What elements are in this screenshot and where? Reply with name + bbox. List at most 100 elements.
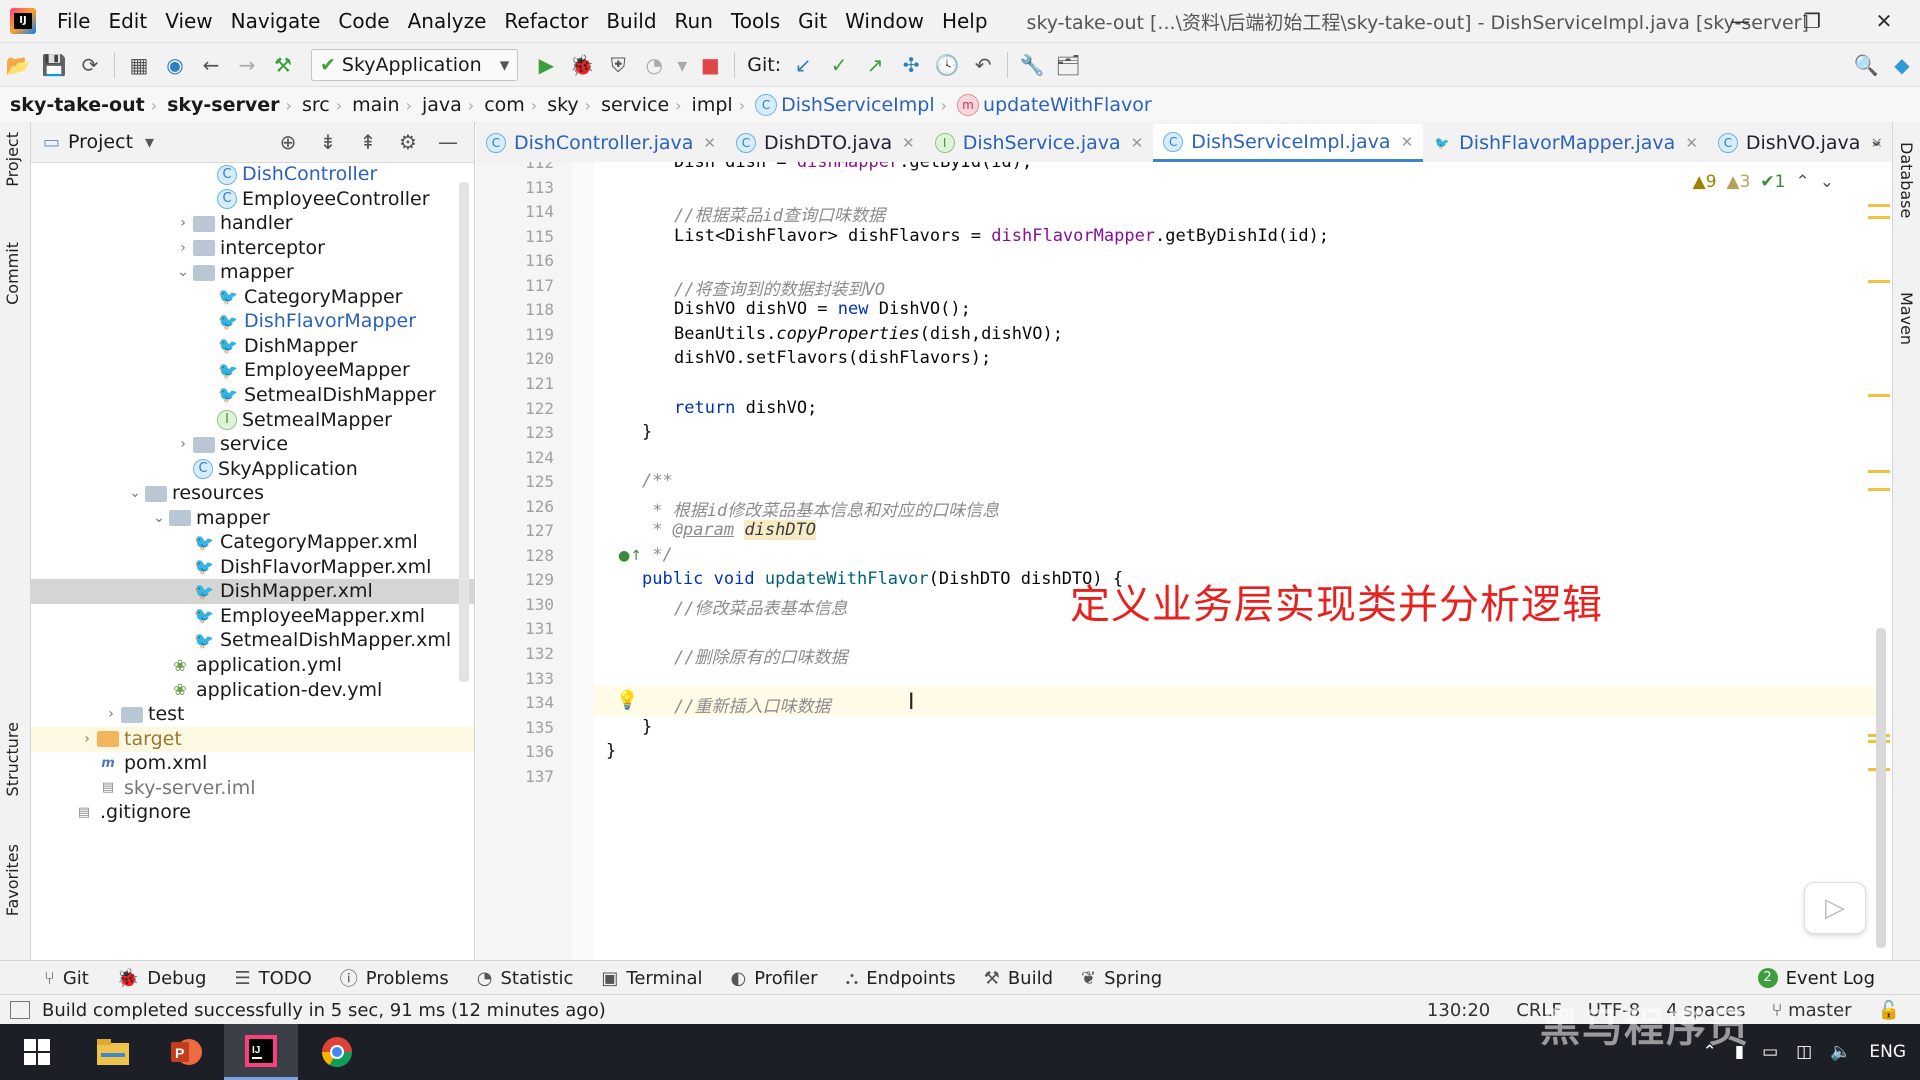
menu-edit[interactable]: Edit <box>99 9 156 33</box>
chevron-down-icon[interactable]: ⌄ <box>173 260 193 285</box>
close-button[interactable]: ✕ <box>1848 0 1920 42</box>
minimize-button[interactable]: — <box>1704 0 1776 42</box>
monitor-icon[interactable]: ▭ <box>1762 1042 1778 1062</box>
breadcrumb-item[interactable]: java <box>412 94 468 116</box>
windows-start-icon[interactable] <box>0 1024 74 1080</box>
tool-tab-statistic[interactable]: ◔ Statistic <box>463 968 588 989</box>
structure-tool-tab[interactable]: Structure <box>3 722 22 796</box>
project-tree-row[interactable]: › service <box>31 432 474 457</box>
build-hammer-icon[interactable]: ⚒ <box>265 47 301 83</box>
debug-icon[interactable]: 🐞 <box>564 47 600 83</box>
lightbulb-icon[interactable]: 💡 <box>616 690 638 711</box>
project-tree-row[interactable]: ⌄ mapper <box>31 260 474 285</box>
project-tree-row[interactable]: C DishController <box>31 162 474 187</box>
project-tree-row[interactable]: ❀ application-dev.yml <box>31 678 474 703</box>
tool-tab-problems[interactable]: ⓘ Problems <box>326 965 463 991</box>
git-update-icon[interactable]: ↙ <box>785 47 821 83</box>
code-editor[interactable]: 112 113 114 115 116 117 118 119 120 121 122 123 124 1… <box>476 162 1892 960</box>
synchronize-icon[interactable]: ⟳ <box>72 47 108 83</box>
close-tab-icon[interactable]: ✕ <box>1685 134 1698 152</box>
run-icon[interactable]: ▶ <box>528 47 564 83</box>
weak-warning-count[interactable]: ▲3 <box>1727 172 1751 192</box>
chrome-icon[interactable] <box>300 1024 374 1080</box>
breadcrumb-item[interactable]: sky <box>537 94 584 116</box>
project-scrollbar[interactable] <box>459 182 469 682</box>
menu-window[interactable]: Window <box>836 9 933 33</box>
project-tree-row[interactable]: m pom.xml <box>31 751 474 776</box>
tool-tab-terminal[interactable]: ▣ Terminal <box>587 968 716 989</box>
code-area[interactable]: Dish dish = dishMapper.getById(id);Dish … <box>594 162 1864 960</box>
code-line[interactable]: }} <box>642 717 652 737</box>
next-highlight-icon[interactable]: ⌄ <box>1820 172 1834 192</box>
git-merge-icon[interactable]: ✣ <box>893 47 929 83</box>
powerpoint-icon[interactable]: P <box>150 1024 224 1080</box>
toolbox-icon[interactable]: ◆ <box>1884 47 1920 83</box>
input-language[interactable]: ENG <box>1869 1042 1906 1062</box>
event-log-tab[interactable]: 2 Event Log <box>1757 961 1875 995</box>
project-tree-row[interactable]: 🐦 CategoryMapper.xml <box>31 530 474 555</box>
previous-highlight-icon[interactable]: ⌃ <box>1796 172 1810 192</box>
project-tree-row[interactable]: 🐦 SetmealDishMapper <box>31 383 474 408</box>
editor-tab[interactable]: C DishDTO.java ✕ <box>726 124 925 162</box>
code-line[interactable]: }} <box>642 422 652 442</box>
tool-windows-icon[interactable] <box>10 1001 30 1019</box>
close-tab-icon[interactable]: ✕ <box>1131 134 1144 152</box>
breadcrumb-item[interactable]: src <box>292 94 336 116</box>
git-history-icon[interactable]: 🕓 <box>929 47 965 83</box>
volume-icon[interactable]: 🔈 <box>1830 1042 1851 1062</box>
chevron-right-icon[interactable]: › <box>101 702 121 727</box>
project-structure-icon[interactable]: ▦ <box>121 47 157 83</box>
network-icon[interactable]: ◫ <box>1796 1042 1812 1062</box>
tab-list-chevron-icon[interactable]: ⌄ <box>1869 130 1884 151</box>
editor-tab[interactable]: 🐦 DishFlavorMapper.java ✕ <box>1423 124 1708 162</box>
project-tree-row[interactable]: C EmployeeController <box>31 187 474 212</box>
tool-tab-git[interactable]: ⑂ Git <box>30 968 103 989</box>
menu-build[interactable]: Build <box>597 9 665 33</box>
project-tree-row[interactable]: ❀ application.yml <box>31 653 474 678</box>
collapse-all-icon[interactable]: ⇞ <box>348 130 388 154</box>
chevron-right-icon[interactable]: › <box>173 211 193 236</box>
maven-tool-tab[interactable]: Maven <box>1897 292 1916 345</box>
code-line[interactable]: return dishVO;return dishVO; <box>674 398 817 418</box>
project-tree-row[interactable]: ▤ .gitignore <box>31 800 474 825</box>
editor-tab[interactable]: C DishServiceImpl.java ✕ <box>1153 124 1424 162</box>
git-branch[interactable]: ⑂ master <box>1772 1000 1852 1021</box>
save-all-icon[interactable]: 💾 <box>36 47 72 83</box>
project-tree-row[interactable]: 🐦 DishMapper.xml <box>31 579 474 605</box>
chevron-down-icon[interactable]: ⌄ <box>149 506 169 531</box>
menu-file[interactable]: File <box>48 9 99 33</box>
more-run-icon[interactable]: ▾ <box>672 47 692 83</box>
profile-icon[interactable]: ◔ <box>636 47 672 83</box>
project-structure-folder-icon[interactable]: 🗂 <box>1050 47 1086 83</box>
editor-tab[interactable]: C DishController.java ✕ <box>476 124 726 162</box>
tool-tab-debug[interactable]: 🐞 Debug <box>103 968 221 989</box>
favorites-tool-tab[interactable]: Favorites <box>3 844 22 916</box>
project-tree-row[interactable]: C SkyApplication <box>31 457 474 482</box>
code-line[interactable]: DishVO dishVO = new DishVO();DishVO dish… <box>674 299 971 319</box>
breadcrumb-item[interactable]: service <box>591 94 675 116</box>
git-rollback-icon[interactable]: ↶ <box>965 47 1001 83</box>
close-tab-icon[interactable]: ✕ <box>703 134 716 152</box>
chevron-down-icon[interactable]: ▾ <box>145 132 154 153</box>
project-tree-row[interactable]: I SetmealMapper <box>31 408 474 433</box>
code-line[interactable]: //删除原有的口味数据//删除原有的口味数据 <box>674 643 847 668</box>
breadcrumb-item[interactable]: com <box>474 94 531 116</box>
project-tree-row[interactable]: 🐦 DishFlavorMapper <box>31 309 474 334</box>
chevron-right-icon[interactable]: › <box>77 727 97 752</box>
hide-icon[interactable]: — <box>428 130 468 154</box>
code-line[interactable]: //修改菜品表基本信息//修改菜品表基本信息 <box>674 594 847 619</box>
project-tree-row[interactable]: 🐦 EmployeeMapper.xml <box>31 604 474 629</box>
project-tree-row[interactable]: 🐦 DishMapper <box>31 334 474 359</box>
project-tree-row[interactable]: › handler <box>31 211 474 236</box>
code-line[interactable]: Dish dish = dishMapper.getById(id);Dish … <box>674 162 1032 172</box>
editor-scrollbar[interactable] <box>1876 628 1886 948</box>
tool-tab-profiler[interactable]: ◐ Profiler <box>716 968 831 989</box>
menu-navigate[interactable]: Navigate <box>222 9 330 33</box>
back-arrow-icon[interactable]: ← <box>193 47 229 83</box>
menu-code[interactable]: Code <box>329 9 398 33</box>
breadcrumb-item[interactable]: sky-take-out <box>0 94 151 116</box>
menu-git[interactable]: Git <box>789 9 836 33</box>
tool-tab-endpoints[interactable]: ⛬ Endpoints <box>832 968 970 989</box>
menu-refactor[interactable]: Refactor <box>495 9 597 33</box>
menu-analyze[interactable]: Analyze <box>399 9 496 33</box>
